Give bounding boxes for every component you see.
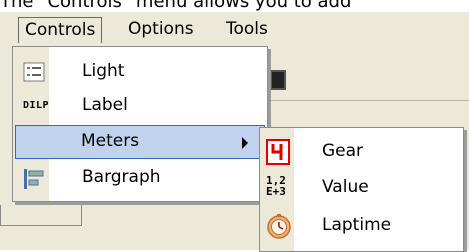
submenu-item-laptime[interactable]: Laptime xyxy=(260,208,463,244)
menu-item-label-text: Label xyxy=(82,95,128,115)
menu-item-label: Meters xyxy=(81,131,140,151)
menu-controls[interactable]: Controls xyxy=(18,17,103,43)
submenu-arrow-icon xyxy=(242,137,248,149)
caption-text: The "Controls" menu allows you to add xyxy=(0,0,352,12)
bargraph-icon xyxy=(23,168,45,189)
menu-tools[interactable]: Tools xyxy=(220,17,274,42)
menu-item-label[interactable]: DILP Label xyxy=(15,89,265,123)
menu-item-label: Bargraph xyxy=(82,167,161,187)
gear-digit-icon xyxy=(266,139,290,165)
submenu-item-gear[interactable]: Gear xyxy=(260,134,463,170)
background-toolbar xyxy=(268,60,469,101)
menu-item-meters[interactable]: Meters xyxy=(15,125,265,159)
label-icon: DILP xyxy=(23,100,50,111)
submenu-item-label: Gear xyxy=(322,141,364,161)
stopwatch-icon xyxy=(266,213,291,239)
submenu-item-value[interactable]: 1,2 E+3 Value xyxy=(260,170,463,206)
value-icon-bottom: E+3 xyxy=(266,185,286,198)
submenu-item-label: Value xyxy=(322,177,369,197)
submenu-item-label: Laptime xyxy=(322,215,392,235)
menu-item-label: Light xyxy=(82,61,125,81)
meters-submenu: Gear 1,2 E+3 Value Laptime xyxy=(259,127,464,252)
light-icon xyxy=(23,62,45,82)
menu-bar: Controls Options Tools xyxy=(0,12,469,47)
menu-item-light[interactable]: Light xyxy=(15,55,265,89)
menu-options[interactable]: Options xyxy=(122,17,200,42)
background-frame xyxy=(0,205,82,226)
controls-dropdown-menu: Light DILP Label Meters Bargraph xyxy=(12,46,268,202)
toolbar-icon xyxy=(270,70,286,90)
menu-item-bargraph[interactable]: Bargraph xyxy=(15,161,265,195)
value-icon: 1,2 E+3 xyxy=(266,175,290,201)
